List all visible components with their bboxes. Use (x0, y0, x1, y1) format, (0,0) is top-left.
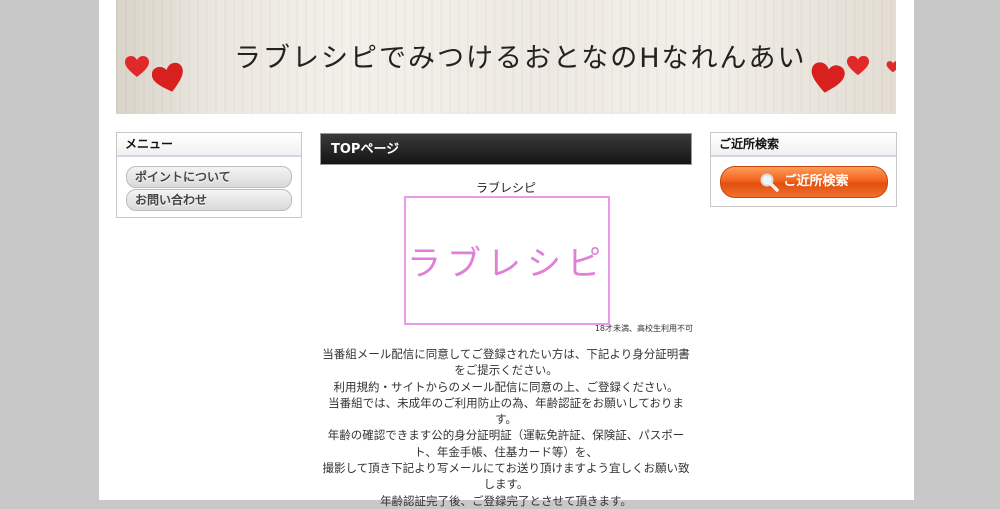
site-name: ラブレシピ (475, 181, 536, 195)
paragraph: 当番組メール配信に同意してご登録されたい方は、下記より身分証明書をご提示ください… (322, 347, 690, 378)
nearby-search-button-label: ご近所検索 (783, 174, 849, 189)
paragraph: 年齢認証完了後、ご登録完了とさせて頂きます。 (380, 493, 632, 508)
magnifier-icon (760, 173, 780, 192)
heart-icon (125, 56, 149, 77)
menu-item-contact[interactable]: お問い合わせ (126, 189, 292, 211)
heart-icon (847, 55, 869, 76)
logo-text: ラブレシピ (407, 244, 607, 284)
heart-icon (811, 62, 845, 93)
age-restriction-note: 18才未満、高校生利用不可 (594, 324, 693, 333)
heart-icon (152, 62, 183, 92)
page-title: TOPページ (320, 133, 692, 165)
paragraph: 利用規約・サイトからのメール配信に同意の上、ご登録ください。 (333, 379, 679, 394)
menu-box: メニュー ポイントについて お問い合わせ (116, 132, 302, 218)
menu-item-points[interactable]: ポイントについて (126, 166, 292, 188)
header-banner: ラブレシピでみつけるおとなのHなれんあい (116, 0, 896, 114)
paragraph: 撮影して頂き下記より写メールにてお送り頂けますよう宜しくお願い致します。 (322, 461, 690, 492)
paragraph: 年齢の確認できます公的身分証明証（運転免許証、保険証、パスポート、年金手帳、住基… (327, 428, 685, 459)
nearby-search-box: ご近所検索 ご近所検索 (710, 132, 897, 207)
page: ラブレシピでみつけるおとなのHなれんあい メニュー ポイントについて お問い合わ… (99, 0, 914, 508)
verification-text: 当番組メール配信に同意してご登録されたい方は、下記より身分証明書をご提示ください… (320, 346, 692, 509)
menu-heading: メニュー (117, 133, 301, 157)
nearby-search-button[interactable]: ご近所検索 (720, 166, 888, 198)
banner-title: ラブレシピでみつけるおとなのHなれんあい (234, 43, 807, 74)
nearby-search-heading: ご近所検索 (711, 133, 896, 157)
paragraph: 当番組では、未成年のご利用防止の為、年齢認証をお願いしております。 (328, 395, 684, 427)
heart-icon (886, 61, 896, 73)
site-logo[interactable]: ラブレシピ (404, 196, 610, 325)
